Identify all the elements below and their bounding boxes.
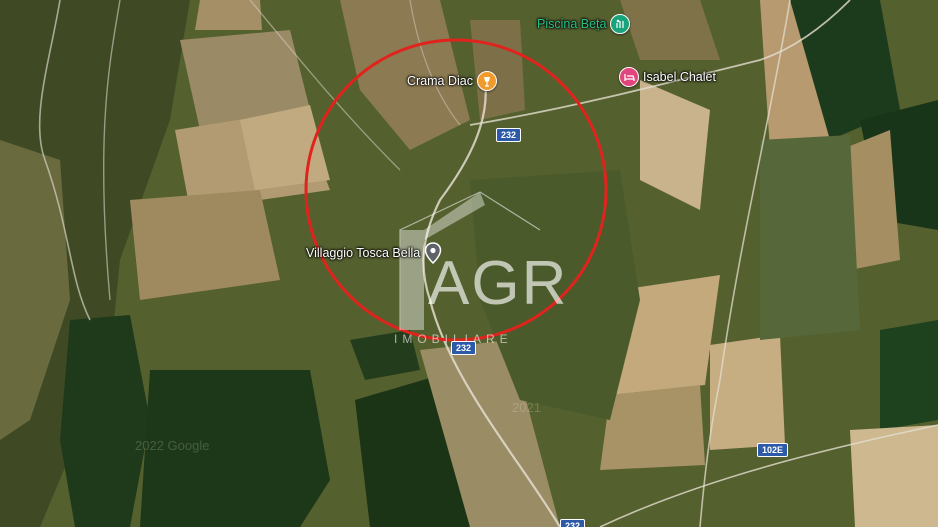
road-shield: 232 xyxy=(451,341,477,355)
poi-label: Crama Diac xyxy=(407,74,473,88)
copyright-text: 2021 xyxy=(512,400,541,415)
satellite-map[interactable]: AGR IMOBILIARE 2022 Google 2021 Piscina … xyxy=(0,0,938,527)
copyright-text: 2022 Google xyxy=(135,438,210,453)
poi-label: Isabel Chalet xyxy=(643,70,716,84)
poi-isabel-chalet[interactable]: Isabel Chalet xyxy=(619,67,716,87)
wine-glass-icon xyxy=(477,71,497,91)
bed-icon xyxy=(619,67,639,87)
poi-crama-diac[interactable]: Crama Diac xyxy=(407,71,497,91)
poi-villaggio-tosca-bella[interactable]: Villaggio Tosca Bella xyxy=(306,242,442,265)
road-shield: 102E xyxy=(757,443,789,457)
pool-icon xyxy=(610,14,631,34)
poi-piscina-beta[interactable]: Piscina Beța xyxy=(537,14,631,34)
road-shield: 232 xyxy=(560,519,586,527)
poi-label: Villaggio Tosca Bella xyxy=(306,246,421,260)
road-shield: 232 xyxy=(496,128,522,142)
poi-label: Piscina Beța xyxy=(537,17,607,31)
location-pin-icon xyxy=(424,242,442,265)
watermark-brand: AGR xyxy=(428,249,569,318)
